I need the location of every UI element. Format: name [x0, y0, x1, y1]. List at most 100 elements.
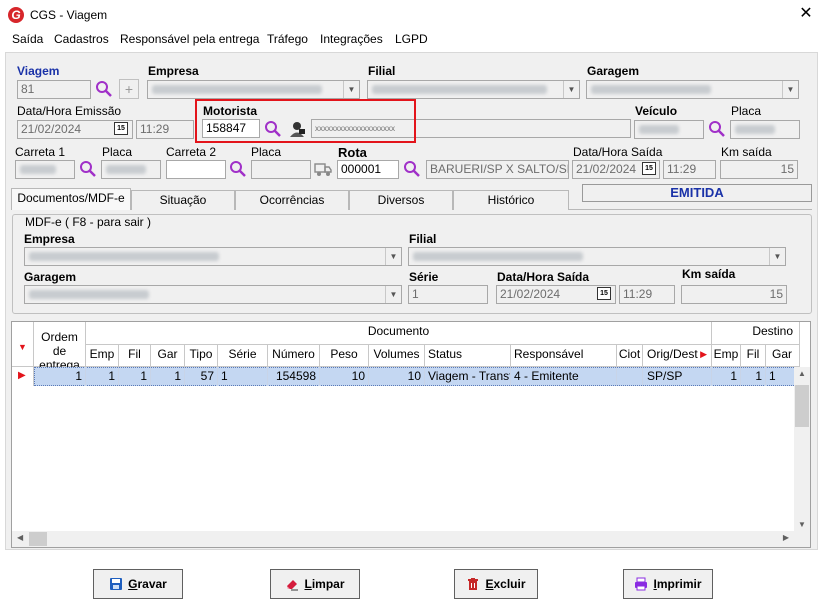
col-dest-gar[interactable]: Gar	[766, 345, 800, 367]
documents-grid[interactable]: ▼ Ordem de entrega Documento Destino Emp…	[11, 321, 811, 548]
placa1-label: Placa	[102, 145, 133, 159]
carreta2-search-icon[interactable]	[229, 160, 247, 178]
placa1-input	[101, 160, 161, 179]
calendar-icon[interactable]: 15	[114, 122, 128, 135]
calendar-saida-icon[interactable]: 15	[642, 162, 656, 175]
col-dest-fil[interactable]: Fil	[741, 345, 766, 367]
km-saida-input[interactable]: 15	[720, 160, 798, 179]
motorista-highlight	[195, 99, 416, 143]
mdfe-serie-input[interactable]: 1	[408, 285, 488, 304]
garagem-select[interactable]: ▼	[586, 80, 799, 99]
col-serie[interactable]: Série	[218, 345, 268, 367]
col-tipo[interactable]: Tipo	[185, 345, 218, 367]
cell-responsavel-seguro: 4 - Emitente	[511, 367, 617, 386]
sort-arrow-icon: ▶	[700, 349, 707, 359]
rota-input[interactable]: 000001	[337, 160, 399, 179]
col-volumes[interactable]: Volumes	[369, 345, 425, 367]
vertical-scrollbar[interactable]: ▲ ▼	[794, 367, 810, 531]
km-saida-label: Km saída	[721, 145, 772, 159]
tab-situacao[interactable]: Situação	[131, 190, 235, 210]
col-peso[interactable]: Peso	[320, 345, 369, 367]
cell-ordem: 1	[34, 367, 86, 386]
menu-responsavel[interactable]: Responsável pela entrega	[120, 32, 259, 46]
col-gar[interactable]: Gar	[151, 345, 185, 367]
rota-search-icon[interactable]	[403, 160, 421, 178]
documento-group-header: Documento	[86, 322, 712, 345]
mdfe-km-saida-label: Km saída	[682, 267, 736, 281]
carreta2-input[interactable]	[166, 160, 226, 179]
tab-baseline	[569, 209, 812, 210]
cell-numero: 154598	[268, 367, 320, 386]
menu-cadastros[interactable]: Cadastros	[54, 32, 109, 46]
tab-diversos[interactable]: Diversos	[349, 190, 453, 210]
imprimir-button[interactable]: Imprimir	[623, 569, 713, 599]
limpar-button[interactable]: Limpar	[270, 569, 360, 599]
veiculo-search-icon[interactable]	[708, 120, 726, 138]
app-logo-icon: G	[8, 7, 24, 23]
row-indicator-header: ▼	[12, 322, 34, 367]
mdfe-data-saida-label: Data/Hora Saída	[497, 270, 590, 284]
placa2-input	[251, 160, 311, 179]
filial-label: Filial	[368, 64, 396, 78]
mdfe-data-saida-time[interactable]: 11:29	[619, 285, 675, 304]
empresa-label: Empresa	[148, 64, 199, 78]
garagem-label: Garagem	[587, 64, 640, 78]
data-saida-label: Data/Hora Saída	[573, 145, 663, 159]
tab-historico[interactable]: Histórico	[453, 190, 569, 210]
placa-input	[730, 120, 800, 139]
mdfe-filial-select[interactable]: ▼	[408, 247, 786, 266]
veiculo-input[interactable]	[634, 120, 704, 139]
horizontal-scrollbar[interactable]: ◀ ▶	[12, 531, 794, 547]
mdfe-serie-label: Série	[409, 270, 439, 284]
filial-select[interactable]: ▼	[367, 80, 580, 99]
data-emissao-time[interactable]: 11:29	[136, 120, 194, 139]
tab-documentos[interactable]: Documentos/MDF-e	[11, 188, 131, 210]
col-responsavel-seguro[interactable]: Responsável seguro	[511, 345, 617, 379]
carreta1-search-icon[interactable]	[79, 160, 97, 178]
mdfe-group-title: MDF-e ( F8 - para sair )	[22, 215, 155, 229]
ordem-header[interactable]: Ordem de entrega	[34, 322, 86, 372]
cell-peso: 10	[320, 367, 369, 386]
col-status[interactable]: Status	[425, 345, 511, 367]
menu-trafego[interactable]: Tráfego	[267, 32, 308, 46]
mdfe-km-saida-input[interactable]: 15	[681, 285, 787, 304]
destino-group-header: Destino	[712, 322, 800, 345]
mdfe-empresa-label: Empresa	[24, 232, 75, 246]
carreta1-input[interactable]	[15, 160, 75, 179]
mdfe-calendar-icon[interactable]: 15	[597, 287, 611, 300]
col-fil[interactable]: Fil	[119, 345, 151, 367]
data-emissao-label: Data/Hora Emissão	[17, 104, 122, 118]
viagem-search-icon[interactable]	[95, 80, 113, 98]
cell-serie: 1	[218, 367, 268, 386]
truck-icon[interactable]	[314, 160, 332, 178]
viagem-input[interactable]: 81	[17, 80, 91, 99]
carreta1-label: Carreta 1	[15, 145, 66, 159]
veiculo-label: Veículo	[635, 104, 678, 118]
col-emp[interactable]: Emp	[86, 345, 119, 367]
tab-ocorrencias[interactable]: Ocorrências	[235, 190, 349, 210]
menu-lgpd[interactable]: LGPD	[395, 32, 428, 46]
menu-saida[interactable]: Saída	[12, 32, 43, 46]
printer-icon	[635, 577, 648, 591]
col-dest-emp[interactable]: Emp	[712, 345, 741, 367]
trash-icon	[468, 577, 479, 590]
excluir-button[interactable]: Excluir	[454, 569, 538, 599]
floppy-icon	[110, 577, 123, 590]
col-orig-dest[interactable]: Orig/Dest ▶	[643, 345, 712, 367]
close-icon[interactable]: ✕	[797, 4, 815, 24]
col-ciot[interactable]: Ciot	[617, 345, 643, 367]
cell-dest-emp: 1	[712, 367, 741, 386]
col-numero[interactable]: Número	[268, 345, 320, 367]
gravar-button[interactable]: Gravar	[93, 569, 183, 599]
data-saida-time[interactable]: 11:29	[663, 160, 716, 179]
mdfe-garagem-select[interactable]: ▼	[24, 285, 402, 304]
mdfe-empresa-select[interactable]: ▼	[24, 247, 402, 266]
menu-integracoes[interactable]: Integrações	[320, 32, 383, 46]
cell-orig-dest: SP/SP	[643, 367, 712, 386]
empresa-select[interactable]: ▼	[147, 80, 360, 99]
mdfe-filial-label: Filial	[409, 232, 437, 246]
add-viagem-button[interactable]: +	[119, 79, 139, 99]
rota-label: Rota	[338, 145, 367, 160]
window-title: CGS - Viagem	[30, 8, 108, 22]
cell-status: Viagem - Transf...	[425, 367, 511, 386]
